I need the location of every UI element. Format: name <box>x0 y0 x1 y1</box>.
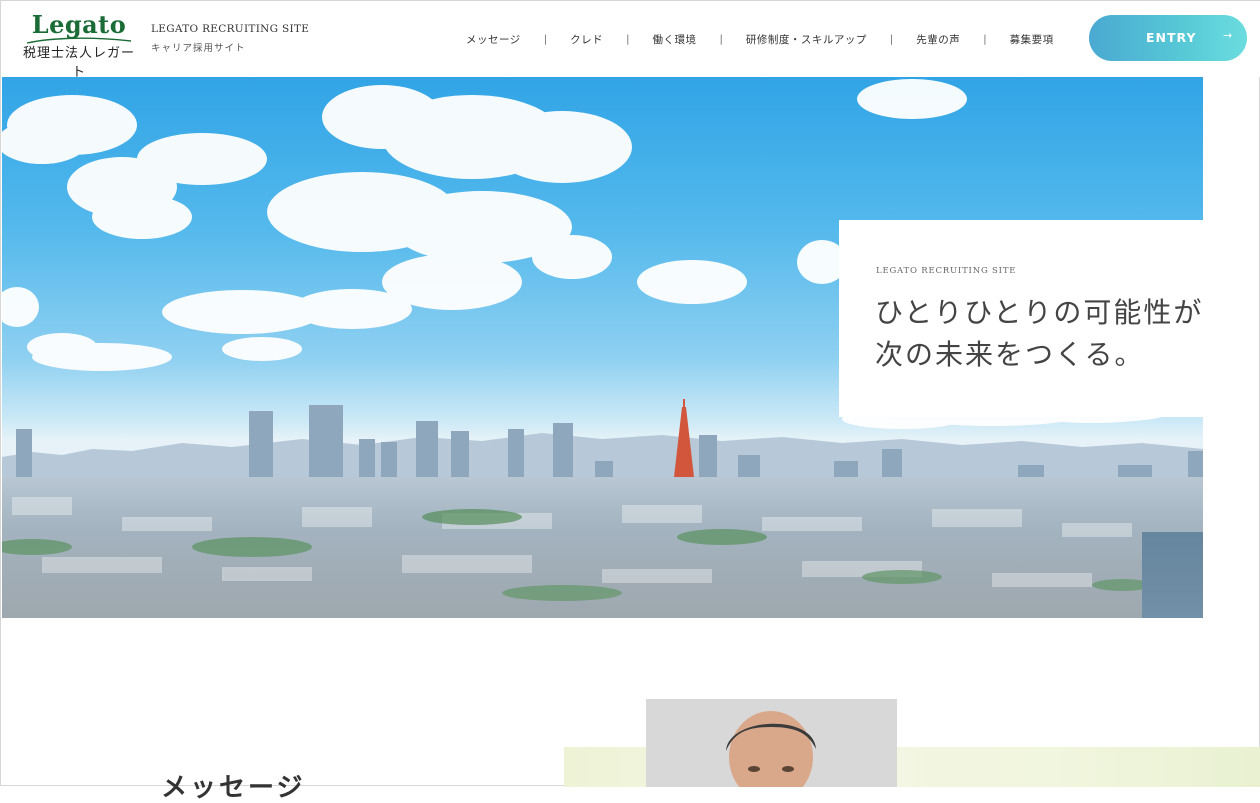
arrow-right-icon: → <box>1223 29 1234 42</box>
person-silhouette-icon <box>646 699 897 787</box>
nav-item-requirements[interactable]: 募集要項 <box>997 32 1067 47</box>
site-title: LEGATO RECRUITING SITE キャリア採用サイト <box>151 23 309 54</box>
nav-item-training[interactable]: 研修制度・スキルアップ <box>733 32 880 47</box>
entry-button-label: ENTRY <box>1146 30 1197 45</box>
hero-catchcopy-line1: ひとりひとりの可能性が <box>875 296 1203 329</box>
global-nav: メッセージ | クレド | 働く環境 | 研修制度・スキルアップ | 先輩の声 … <box>453 30 1067 48</box>
hero-catchcopy-line2: 次の未来をつくる。 <box>875 338 1145 371</box>
nav-separator: | <box>626 33 630 45</box>
nav-item-credo[interactable]: クレド <box>557 32 616 47</box>
hero-image: LEGATO RECRUITING SITE ひとりひとりの可能性が 次の未来を… <box>2 77 1203 618</box>
message-section-heading: メッセージ <box>161 773 306 803</box>
nav-separator: | <box>543 33 548 45</box>
company-logo[interactable]: Legato 税理士法人レガート <box>19 11 139 81</box>
hero-eyebrow: LEGATO RECRUITING SITE <box>876 266 1017 276</box>
nav-item-voices[interactable]: 先輩の声 <box>903 32 973 47</box>
nav-item-environment[interactable]: 働く環境 <box>640 32 710 47</box>
logo-company-name: 税理士法人レガート <box>22 46 135 80</box>
site-header: Legato 税理士法人レガート LEGATO RECRUITING SITE … <box>1 1 1260 81</box>
nav-separator: | <box>719 33 723 45</box>
nav-item-message[interactable]: メッセージ <box>453 32 534 47</box>
nav-separator: | <box>889 33 894 45</box>
site-title-ja: キャリア採用サイト <box>151 43 246 54</box>
hero-catchcopy-card: LEGATO RECRUITING SITE ひとりひとりの可能性が 次の未来を… <box>839 220 1203 417</box>
site-title-en: LEGATO RECRUITING SITE <box>151 23 310 35</box>
logo-swash-icon <box>26 37 132 44</box>
representative-portrait-photo <box>646 699 897 787</box>
hero-catchcopy: ひとりひとりの可能性が 次の未来をつくる。 <box>875 292 1203 376</box>
entry-button[interactable]: ENTRY → <box>1089 15 1247 61</box>
nav-separator: | <box>983 33 987 45</box>
